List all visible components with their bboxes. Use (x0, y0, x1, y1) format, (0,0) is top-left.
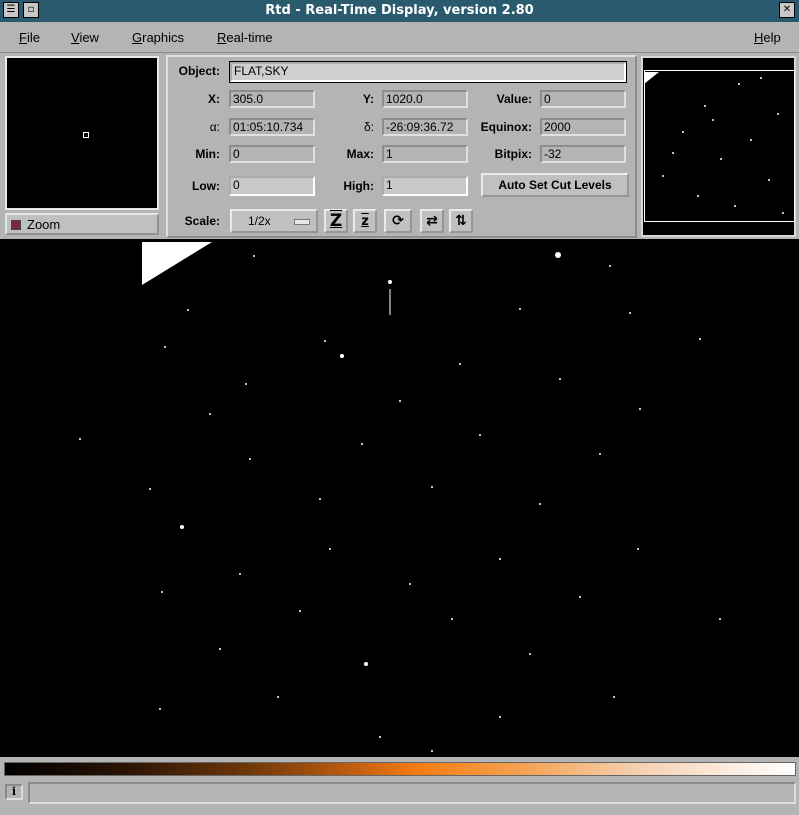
minimize-icon[interactable]: ▫ (23, 2, 39, 18)
zoom-in-icon: Z (329, 211, 343, 231)
object-label: Object: (178, 64, 220, 78)
menu-help[interactable]: Help (754, 30, 781, 45)
delta-label: δ: (363, 120, 374, 134)
delta-field[interactable]: -26:09:36.72 (382, 118, 468, 136)
status-bar: i (0, 779, 799, 811)
window-menu-icon[interactable]: ☰ (3, 2, 19, 18)
y-field[interactable]: 1020.0 (382, 90, 468, 108)
equinox-label: Equinox: (480, 120, 532, 134)
bitpix-field[interactable]: -32 (540, 145, 626, 163)
zoom-out-button[interactable]: z (353, 209, 377, 233)
close-icon[interactable]: ✕ (779, 2, 795, 18)
zoom-label: Zoom (27, 217, 61, 232)
y-label: Y: (362, 92, 374, 106)
low-input[interactable]: 0 (229, 176, 315, 196)
menu-file[interactable]: File (19, 30, 40, 45)
rotate-icon: ⟳ (392, 213, 404, 229)
alpha-field[interactable]: 01:05:10.734 (229, 118, 315, 136)
info-icon: i (5, 784, 23, 800)
flip-x-button[interactable]: ⇄ (420, 209, 444, 233)
alpha-label: α: (209, 120, 220, 134)
x-label: X: (208, 92, 220, 106)
high-input[interactable]: 1 (382, 176, 468, 196)
object-field[interactable]: FLAT,SKY (229, 61, 627, 83)
zoom-in-button[interactable]: Z (324, 209, 348, 233)
panner-stars (644, 72, 784, 214)
zoom-panel: Zoom (3, 56, 159, 237)
title-bar: ☰ ▫ Rtd - Real-Time Display, version 2.8… (0, 0, 799, 22)
value-field[interactable]: 0 (540, 90, 626, 108)
zoom-cursor-box (83, 132, 89, 138)
image-canvas[interactable] (0, 239, 799, 757)
zoom-view (5, 56, 159, 210)
min-field[interactable]: 0 (229, 145, 315, 163)
colorbar[interactable] (4, 762, 796, 776)
max-label: Max: (346, 147, 374, 161)
status-message (28, 782, 796, 804)
scale-select[interactable]: 1/2x (230, 209, 318, 233)
scale-value: 1/2x (248, 214, 271, 228)
equinox-field[interactable]: 2000 (540, 118, 626, 136)
zoom-toggle[interactable]: Zoom (5, 213, 159, 235)
panner-view[interactable] (641, 56, 796, 237)
menu-view[interactable]: View (71, 30, 99, 45)
flip-x-icon: ⇄ (426, 213, 438, 229)
menu-realtime[interactable]: Real-time (217, 30, 273, 45)
x-field[interactable]: 305.0 (229, 90, 315, 108)
value-label: Value: (496, 92, 532, 106)
window-title: Rtd - Real-Time Display, version 2.80 (265, 3, 534, 18)
menu-bar: File View Graphics Real-time Help (0, 22, 799, 53)
max-field[interactable]: 1 (382, 145, 468, 163)
high-label: High: (343, 179, 374, 193)
flip-y-icon: ⇅ (455, 213, 467, 229)
zoom-out-icon: z (361, 214, 369, 229)
flip-y-button[interactable]: ⇅ (449, 209, 473, 233)
menu-graphics[interactable]: Graphics (132, 30, 184, 45)
info-panel: Object: FLAT,SKY X: 305.0 Y: 1020.0 Valu… (166, 55, 637, 238)
min-label: Min: (195, 147, 220, 161)
rotate-button[interactable]: ⟳ (384, 209, 412, 233)
option-menu-indicator-icon (294, 219, 310, 225)
bitpix-label: Bitpix: (494, 147, 532, 161)
scale-label: Scale: (184, 214, 220, 228)
low-label: Low: (192, 179, 220, 193)
auto-set-cut-levels-button[interactable]: Auto Set Cut Levels (481, 173, 629, 197)
star-field (79, 242, 721, 752)
zoom-check-icon[interactable] (11, 220, 21, 230)
